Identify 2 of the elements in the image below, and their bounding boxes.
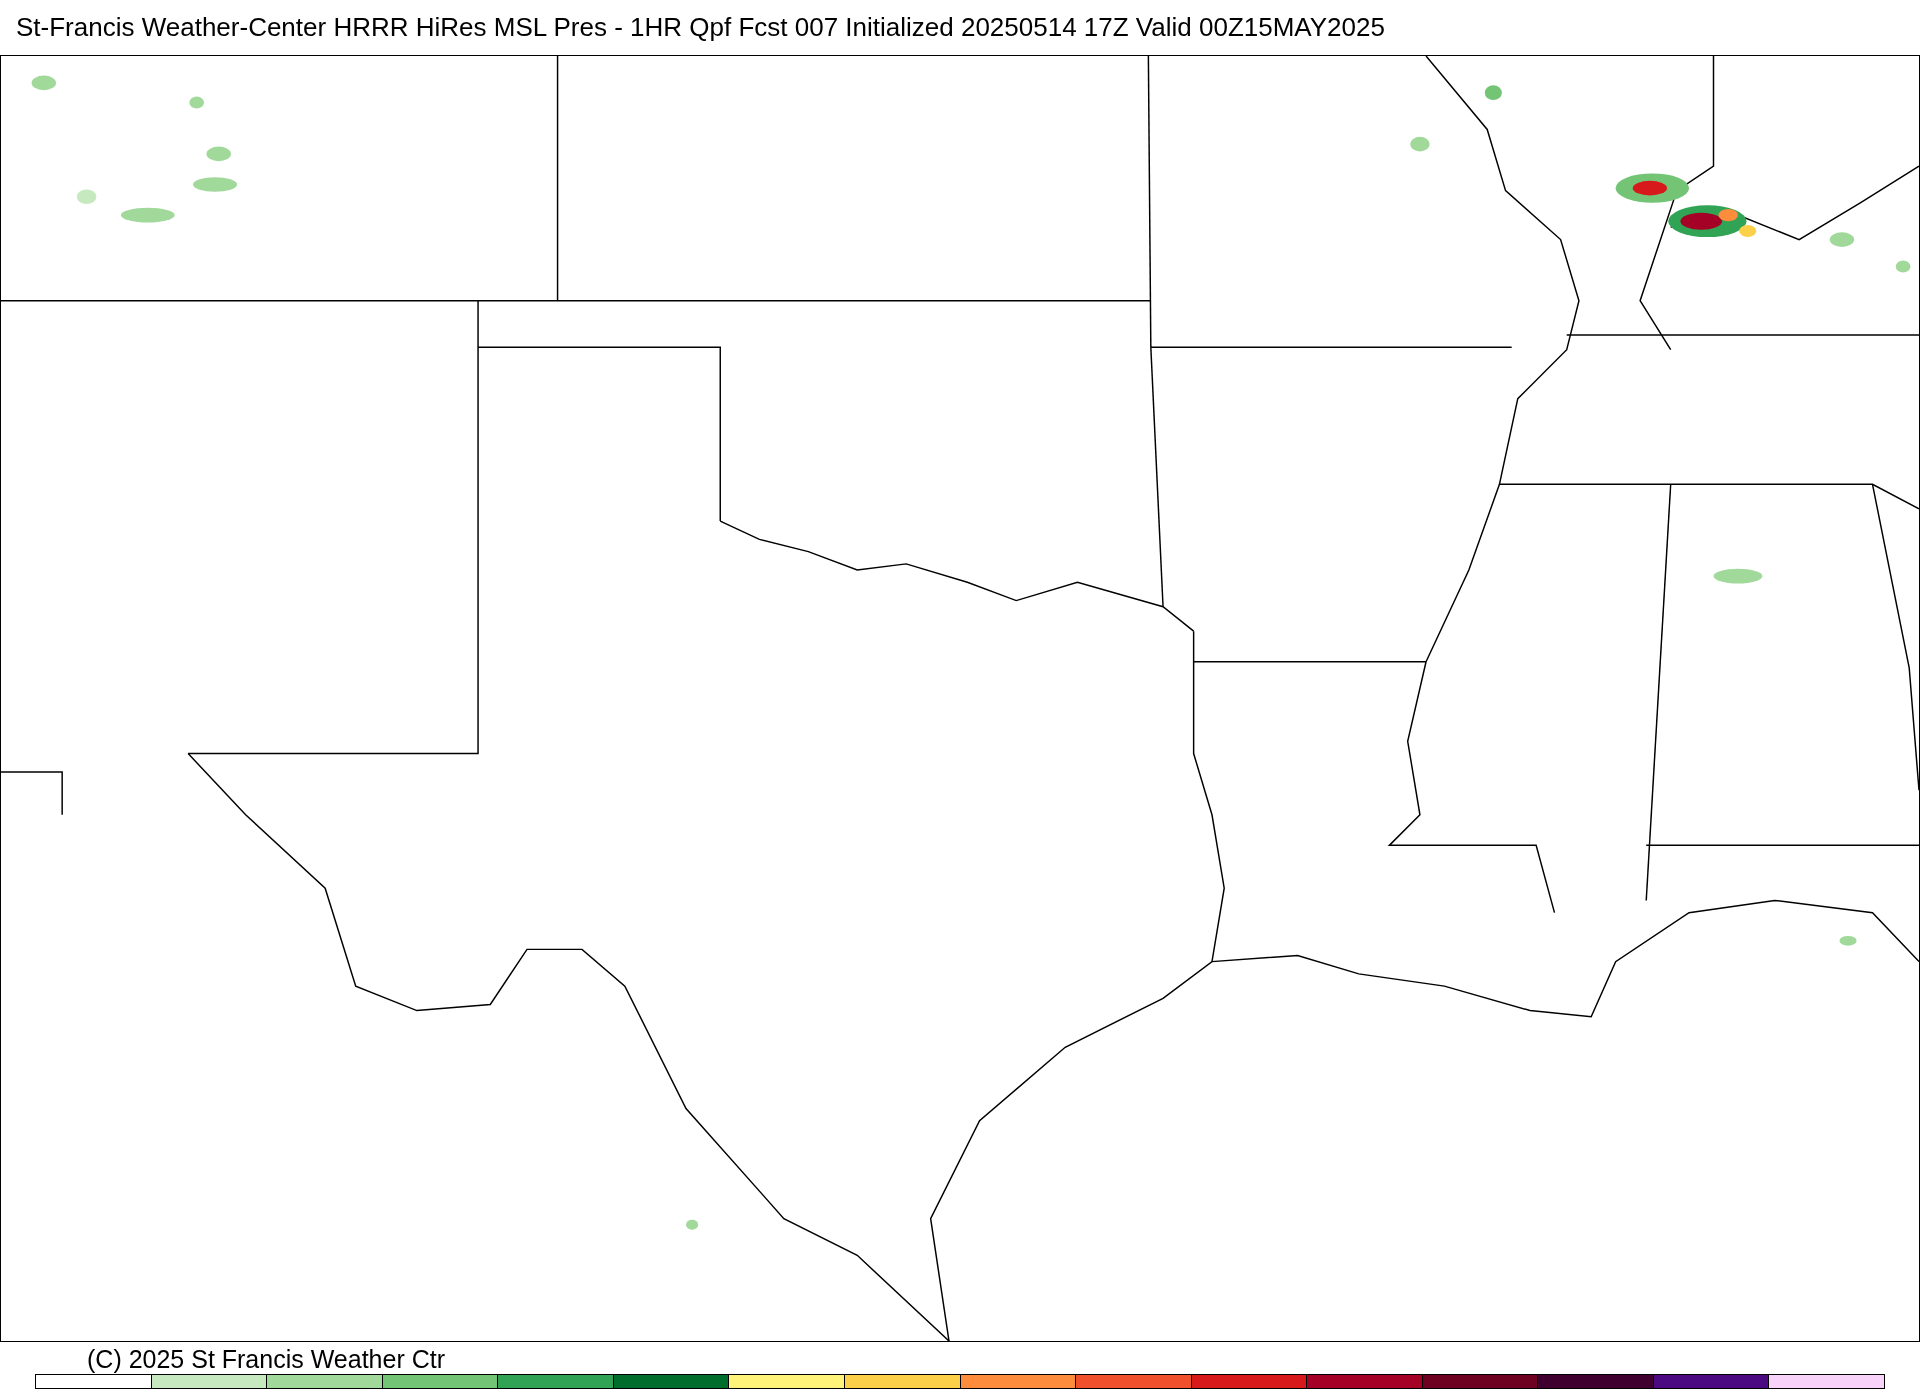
map-title: St-Francis Weather-Center HRRR HiRes MSL Pres - 1HR Qpf Fcst 007 Initialized 20250514 17Z Valid 00Z15MAY2025	[16, 11, 1385, 44]
copyright-text: (C) 2025 St Francis Weather Ctr	[87, 1346, 446, 1372]
